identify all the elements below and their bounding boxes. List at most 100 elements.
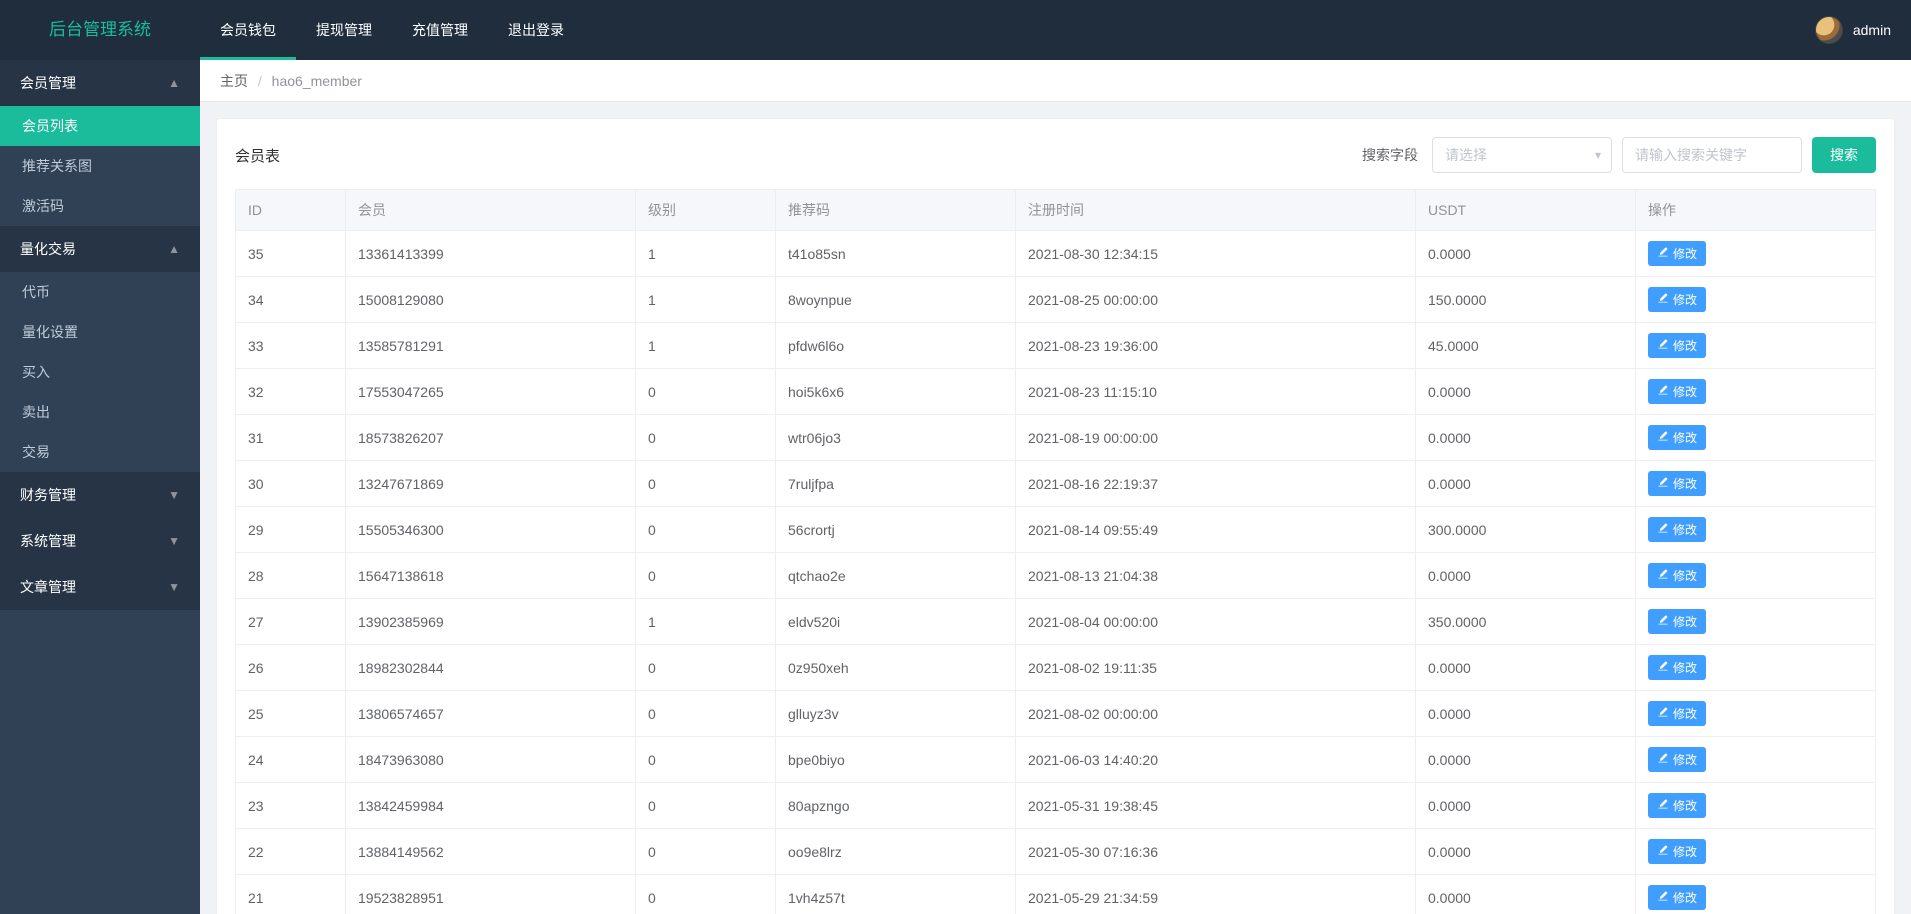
sidebar-item-1-1[interactable]: 量化设置: [0, 312, 200, 352]
edit-button[interactable]: 修改: [1648, 563, 1706, 588]
edit-button-label: 修改: [1673, 521, 1697, 538]
table-row: 261898230284400z950xeh2021-08-02 19:11:3…: [236, 645, 1876, 691]
cell-id: 23: [236, 783, 346, 829]
cell-action: 修改: [1636, 783, 1876, 829]
cell-time: 2021-08-23 11:15:10: [1016, 369, 1416, 415]
sidebar-item-0-0[interactable]: 会员列表: [0, 106, 200, 146]
sidebar-item-1-4[interactable]: 交易: [0, 432, 200, 472]
edit-icon: [1657, 338, 1669, 353]
topnav-item-1[interactable]: 提现管理: [296, 0, 392, 60]
sidebar-group-1[interactable]: 量化交易▲: [0, 226, 200, 272]
cell-time: 2021-08-23 19:36:00: [1016, 323, 1416, 369]
cell-action: 修改: [1636, 645, 1876, 691]
cell-time: 2021-08-25 00:00:00: [1016, 277, 1416, 323]
edit-button[interactable]: 修改: [1648, 747, 1706, 772]
panel: 会员表 搜索字段 请选择 ▾ 搜索: [216, 118, 1895, 914]
sidebar-group-label: 财务管理: [20, 472, 76, 518]
cell-usdt: 0.0000: [1416, 691, 1636, 737]
edit-icon: [1657, 660, 1669, 675]
edit-button[interactable]: 修改: [1648, 885, 1706, 910]
edit-button[interactable]: 修改: [1648, 379, 1706, 404]
cell-member: 13902385969: [346, 599, 636, 645]
table-row: 301324767186907ruljfpa2021-08-16 22:19:3…: [236, 461, 1876, 507]
cell-id: 31: [236, 415, 346, 461]
edit-button[interactable]: 修改: [1648, 333, 1706, 358]
edit-button[interactable]: 修改: [1648, 609, 1706, 634]
cell-code: oo9e8lrz: [776, 829, 1016, 875]
cell-member: 18982302844: [346, 645, 636, 691]
cell-usdt: 0.0000: [1416, 369, 1636, 415]
chevron-up-icon: ▲: [168, 60, 180, 106]
table-row: 341500812908018woynpue2021-08-25 00:00:0…: [236, 277, 1876, 323]
edit-button[interactable]: 修改: [1648, 655, 1706, 680]
cell-code: 1vh4z57t: [776, 875, 1016, 914]
main-area: 主页 / hao6_member 会员表 搜索字段 请选择 ▾: [200, 60, 1911, 914]
cell-time: 2021-05-29 21:34:59: [1016, 875, 1416, 914]
th-member: 会员: [346, 190, 636, 231]
sidebar-item-0-1[interactable]: 推荐关系图: [0, 146, 200, 186]
sidebar-group-4[interactable]: 文章管理▼: [0, 564, 200, 610]
user-menu[interactable]: admin: [1815, 16, 1891, 44]
cell-member: 13361413399: [346, 231, 636, 277]
cell-member: 15505346300: [346, 507, 636, 553]
breadcrumb-sep: /: [258, 73, 262, 89]
cell-level: 0: [636, 875, 776, 914]
sidebar-item-1-2[interactable]: 买入: [0, 352, 200, 392]
edit-button-label: 修改: [1673, 659, 1697, 676]
table-row: 2915505346300056crortj2021-08-14 09:55:4…: [236, 507, 1876, 553]
cell-member: 15647138618: [346, 553, 636, 599]
avatar: [1815, 16, 1843, 44]
edit-button[interactable]: 修改: [1648, 839, 1706, 864]
cell-time: 2021-08-02 19:11:35: [1016, 645, 1416, 691]
edit-icon: [1657, 430, 1669, 445]
sidebar-item-1-3[interactable]: 卖出: [0, 392, 200, 432]
edit-button-label: 修改: [1673, 613, 1697, 630]
sidebar-group-2[interactable]: 财务管理▼: [0, 472, 200, 518]
edit-button[interactable]: 修改: [1648, 287, 1706, 312]
cell-time: 2021-05-31 19:38:45: [1016, 783, 1416, 829]
cell-level: 0: [636, 691, 776, 737]
cell-code: 8woynpue: [776, 277, 1016, 323]
topnav-item-3[interactable]: 退出登录: [488, 0, 584, 60]
cell-code: 56crortj: [776, 507, 1016, 553]
edit-icon: [1657, 614, 1669, 629]
cell-id: 21: [236, 875, 346, 914]
edit-button[interactable]: 修改: [1648, 793, 1706, 818]
sidebar-item-1-0[interactable]: 代币: [0, 272, 200, 312]
search-button[interactable]: 搜索: [1812, 137, 1876, 173]
search-field-select[interactable]: 请选择 ▾: [1432, 137, 1612, 173]
cell-usdt: 150.0000: [1416, 277, 1636, 323]
cell-action: 修改: [1636, 691, 1876, 737]
topnav-item-2[interactable]: 充值管理: [392, 0, 488, 60]
cell-action: 修改: [1636, 323, 1876, 369]
edit-icon: [1657, 798, 1669, 813]
edit-button[interactable]: 修改: [1648, 471, 1706, 496]
cell-code: pfdw6l6o: [776, 323, 1016, 369]
sidebar-group-label: 系统管理: [20, 518, 76, 564]
sidebar-item-0-2[interactable]: 激活码: [0, 186, 200, 226]
breadcrumb-home[interactable]: 主页: [220, 73, 248, 89]
chevron-down-icon: ▼: [168, 564, 180, 610]
edit-button-label: 修改: [1673, 337, 1697, 354]
topnav-item-0[interactable]: 会员钱包: [200, 0, 296, 60]
cell-id: 34: [236, 277, 346, 323]
sidebar-group-3[interactable]: 系统管理▼: [0, 518, 200, 564]
search-input[interactable]: [1622, 137, 1802, 173]
cell-action: 修改: [1636, 829, 1876, 875]
edit-button[interactable]: 修改: [1648, 425, 1706, 450]
topnav-menu: 会员钱包提现管理充值管理退出登录: [200, 0, 584, 60]
cell-action: 修改: [1636, 231, 1876, 277]
th-code: 推荐码: [776, 190, 1016, 231]
cell-level: 0: [636, 553, 776, 599]
table-row: 31185738262070wtr06jo32021-08-19 00:00:0…: [236, 415, 1876, 461]
cell-usdt: 0.0000: [1416, 415, 1636, 461]
cell-member: 15008129080: [346, 277, 636, 323]
edit-button[interactable]: 修改: [1648, 701, 1706, 726]
sidebar-group-0[interactable]: 会员管理▲: [0, 60, 200, 106]
edit-button[interactable]: 修改: [1648, 241, 1706, 266]
panel-title: 会员表: [235, 145, 280, 166]
edit-button-label: 修改: [1673, 797, 1697, 814]
th-action: 操作: [1636, 190, 1876, 231]
edit-button[interactable]: 修改: [1648, 517, 1706, 542]
cell-usdt: 0.0000: [1416, 829, 1636, 875]
